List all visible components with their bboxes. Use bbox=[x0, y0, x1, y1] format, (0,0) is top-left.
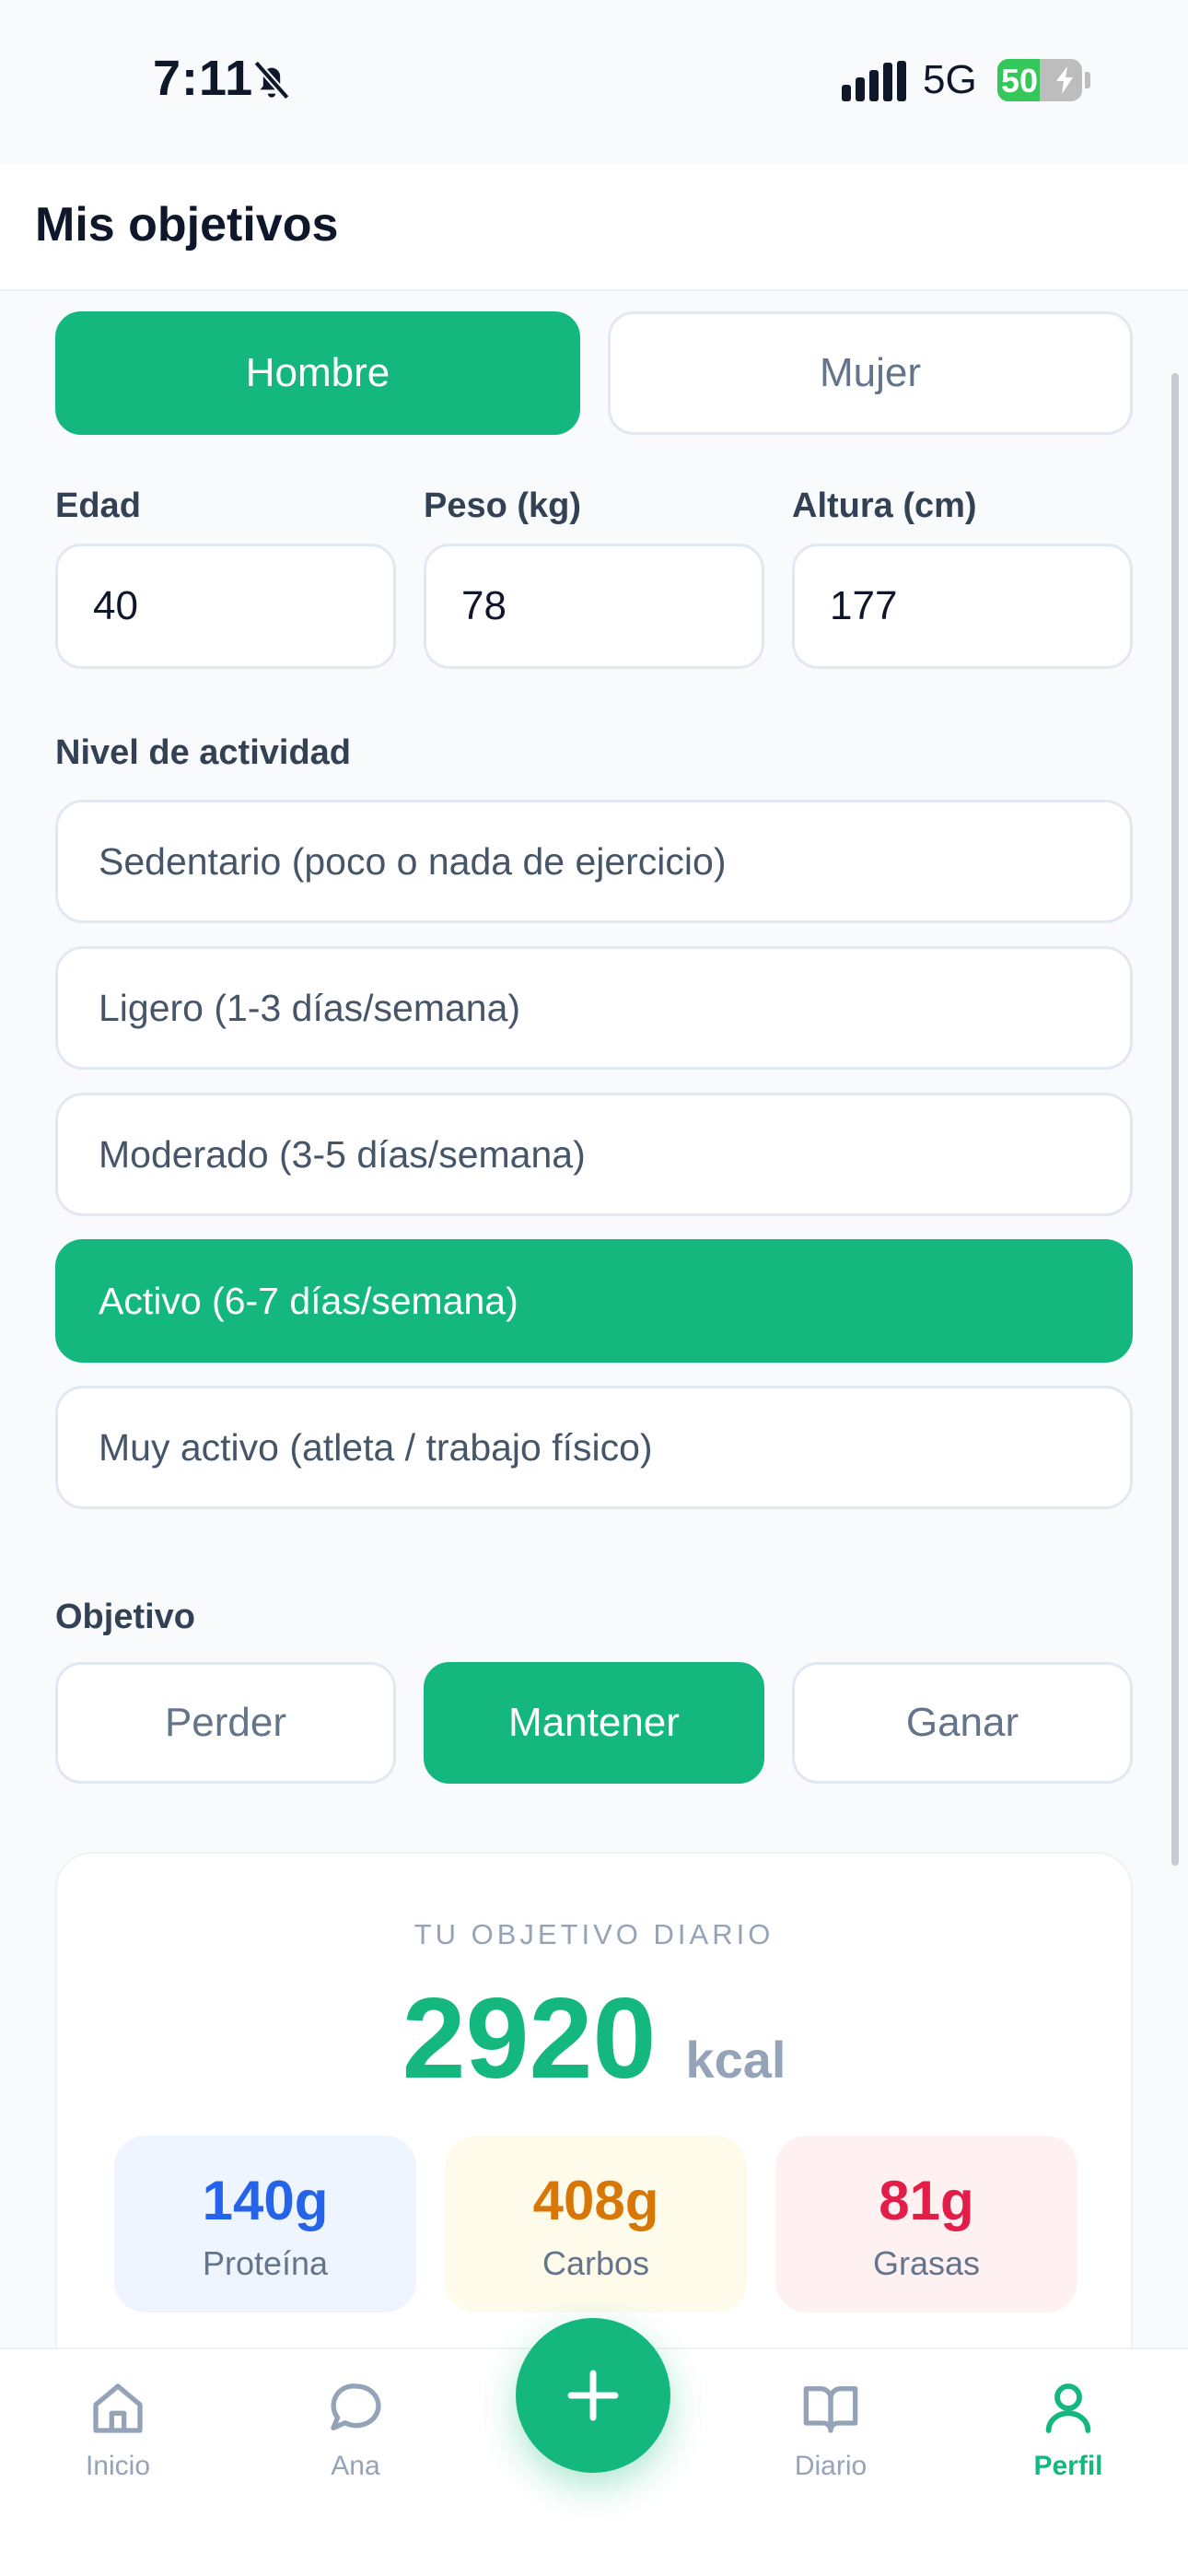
nav-label-diario: Diario bbox=[794, 2451, 868, 2481]
gender-female-button[interactable]: Mujer bbox=[608, 311, 1133, 435]
home-icon bbox=[93, 2383, 143, 2433]
nav-item-ana[interactable]: Ana bbox=[273, 2379, 438, 2499]
weight-label: Peso (kg) bbox=[424, 486, 582, 525]
macro-carbs: 408g Carbos bbox=[445, 2136, 747, 2313]
goal-lose-button[interactable]: Perder bbox=[55, 1662, 396, 1784]
macro-fat: 81g Grasas bbox=[775, 2136, 1077, 2313]
app-header: Mis objetivos bbox=[0, 164, 1188, 291]
status-bar: 7:11 5G 50 bbox=[0, 0, 1188, 164]
battery-percent: 50 bbox=[1001, 62, 1039, 100]
kcal-value: 2920 bbox=[402, 1975, 657, 2102]
network-label: 5G bbox=[923, 57, 977, 102]
status-time: 7:11 bbox=[153, 51, 254, 106]
gender-male-button[interactable]: Hombre bbox=[55, 311, 580, 435]
kcal-unit: kcal bbox=[685, 2031, 786, 2089]
macro-fat-value: 81g bbox=[879, 2170, 974, 2231]
nav-label-perfil: Perfil bbox=[1033, 2451, 1103, 2481]
macro-carbs-label: Carbos bbox=[542, 2244, 650, 2282]
goal-label: Objetivo bbox=[55, 1598, 196, 1636]
age-input[interactable]: 40 bbox=[55, 544, 396, 669]
battery-cap bbox=[1085, 72, 1090, 88]
macro-protein: 140g Proteína bbox=[114, 2136, 416, 2313]
activity-option-light[interactable]: Ligero (1-3 días/semana) bbox=[55, 946, 1133, 1070]
activity-option-very-active[interactable]: Muy activo (atleta / trabajo físico) bbox=[55, 1386, 1133, 1509]
nav-label-ana: Ana bbox=[331, 2451, 380, 2481]
weight-input[interactable]: 78 bbox=[424, 544, 764, 669]
page-title: Mis objetivos bbox=[35, 198, 339, 252]
macro-fat-label: Grasas bbox=[872, 2244, 981, 2282]
bell-off-icon bbox=[253, 60, 290, 100]
charging-bolt-icon bbox=[1056, 66, 1073, 94]
age-label: Edad bbox=[55, 486, 141, 525]
user-icon bbox=[1045, 2383, 1091, 2433]
macro-protein-label: Proteína bbox=[202, 2244, 329, 2282]
signal-icon bbox=[842, 61, 906, 101]
activity-option-moderate[interactable]: Moderado (3-5 días/semana) bbox=[55, 1093, 1133, 1216]
scrollbar[interactable] bbox=[1171, 373, 1179, 1866]
battery-icon: 50 bbox=[997, 59, 1082, 101]
activity-option-sedentary[interactable]: Sedentario (poco o nada de ejercicio) bbox=[55, 800, 1133, 923]
height-label: Altura (cm) bbox=[792, 486, 977, 525]
kcal-row: 2920 kcal bbox=[57, 1973, 1131, 2104]
goal-gain-button[interactable]: Ganar bbox=[792, 1662, 1133, 1784]
activity-option-active[interactable]: Activo (6-7 días/semana) bbox=[55, 1239, 1133, 1363]
macro-carbs-value: 408g bbox=[532, 2170, 659, 2231]
add-fab-button[interactable] bbox=[516, 2318, 670, 2473]
height-input[interactable]: 177 bbox=[792, 544, 1133, 669]
chat-icon bbox=[331, 2383, 381, 2430]
goal-maintain-button[interactable]: Mantener bbox=[424, 1662, 764, 1784]
nav-item-inicio[interactable]: Inicio bbox=[35, 2379, 201, 2499]
book-icon bbox=[803, 2386, 858, 2433]
activity-label: Nivel de actividad bbox=[55, 733, 352, 772]
nav-item-perfil[interactable]: Perfil bbox=[985, 2379, 1151, 2499]
nav-label-inicio: Inicio bbox=[85, 2451, 151, 2481]
plus-icon bbox=[567, 2370, 619, 2421]
macro-protein-value: 140g bbox=[202, 2170, 329, 2231]
nav-item-diario[interactable]: Diario bbox=[748, 2379, 914, 2499]
daily-goal-caption: TU OBJETIVO DIARIO bbox=[413, 1918, 775, 1950]
